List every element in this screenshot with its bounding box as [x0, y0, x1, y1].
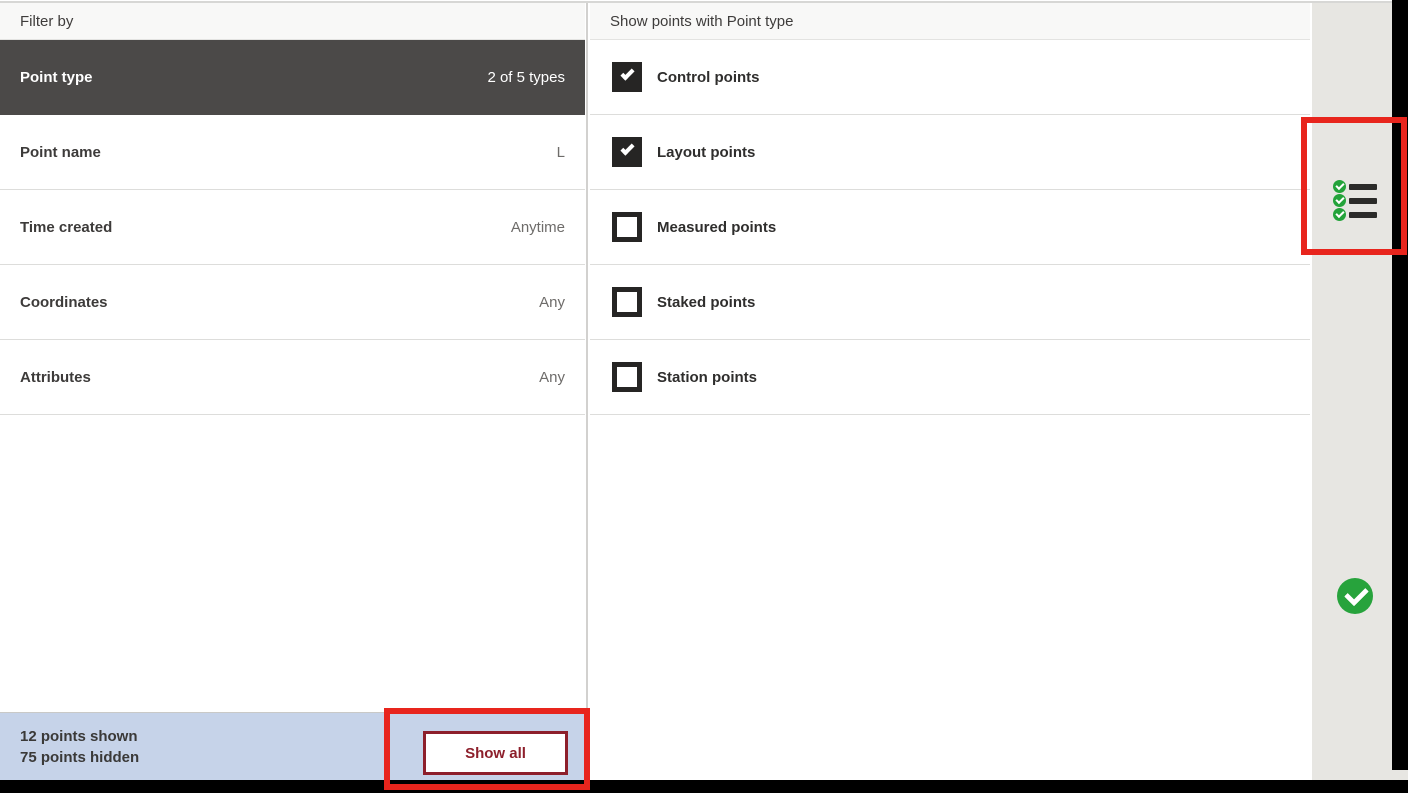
filter-row-time-created[interactable]: Time created Anytime — [0, 190, 585, 265]
filter-panel-header: Filter by — [0, 3, 585, 40]
checkbox-icon[interactable] — [612, 362, 642, 392]
checklist-row — [1333, 194, 1377, 207]
checkbox-icon[interactable] — [612, 137, 642, 167]
point-type-option-station-points[interactable]: Station points — [590, 340, 1310, 415]
point-type-option-measured-points[interactable]: Measured points — [590, 190, 1310, 265]
point-type-panel-title: Show points with Point type — [610, 13, 793, 30]
option-label: Measured points — [657, 219, 776, 236]
filter-label: Attributes — [20, 369, 91, 386]
filter-row-point-type[interactable]: Point type 2 of 5 types — [0, 40, 585, 115]
filter-value: 2 of 5 types — [487, 69, 565, 86]
filter-checklist-icon[interactable] — [1333, 180, 1377, 222]
option-label: Staked points — [657, 294, 755, 311]
points-shown-text: 12 points shown — [20, 726, 139, 747]
filter-value: L — [557, 144, 565, 161]
show-all-button[interactable]: Show all — [423, 731, 568, 775]
filter-row-coordinates[interactable]: Coordinates Any — [0, 265, 585, 340]
list-line-icon — [1349, 212, 1377, 218]
filter-value: Any — [539, 294, 565, 311]
filter-label: Point type — [20, 69, 93, 86]
points-count-text: 12 points shown 75 points hidden — [20, 726, 139, 768]
points-count-bar: 12 points shown 75 points hidden Show al… — [0, 712, 585, 780]
checkbox-icon[interactable] — [612, 287, 642, 317]
screen-edge-bottom — [0, 780, 1408, 793]
point-type-option-layout-points[interactable]: Layout points — [590, 115, 1310, 190]
panel-divider — [586, 3, 588, 780]
point-filter-screen: Filter by Point type 2 of 5 types Point … — [0, 0, 1408, 793]
option-label: Control points — [657, 69, 759, 86]
points-hidden-text: 75 points hidden — [20, 747, 139, 768]
checkbox-icon[interactable] — [612, 212, 642, 242]
accept-check-icon[interactable] — [1337, 578, 1373, 614]
checklist-row — [1333, 180, 1377, 193]
point-type-panel-header: Show points with Point type — [590, 3, 1310, 40]
filter-value: Anytime — [511, 219, 565, 236]
option-label: Layout points — [657, 144, 755, 161]
filter-label: Point name — [20, 144, 101, 161]
filter-label: Coordinates — [20, 294, 108, 311]
green-check-circle-icon — [1333, 194, 1346, 207]
point-type-option-control-points[interactable]: Control points — [590, 40, 1310, 115]
screen-edge-right — [1392, 0, 1408, 770]
filter-row-point-name[interactable]: Point name L — [0, 115, 585, 190]
option-label: Station points — [657, 369, 757, 386]
list-line-icon — [1349, 184, 1377, 190]
filter-panel: Filter by Point type 2 of 5 types Point … — [0, 3, 585, 780]
filter-label: Time created — [20, 219, 112, 236]
check-icon — [620, 141, 634, 155]
filter-value: Any — [539, 369, 565, 386]
filter-panel-title: Filter by — [20, 13, 73, 30]
point-type-option-staked-points[interactable]: Staked points — [590, 265, 1310, 340]
checklist-row — [1333, 208, 1377, 221]
check-icon — [620, 66, 634, 80]
green-check-circle-icon — [1333, 180, 1346, 193]
checkbox-icon[interactable] — [612, 62, 642, 92]
filter-row-attributes[interactable]: Attributes Any — [0, 340, 585, 415]
green-check-circle-icon — [1333, 208, 1346, 221]
list-line-icon — [1349, 198, 1377, 204]
point-type-panel: Show points with Point type Control poin… — [590, 3, 1310, 780]
